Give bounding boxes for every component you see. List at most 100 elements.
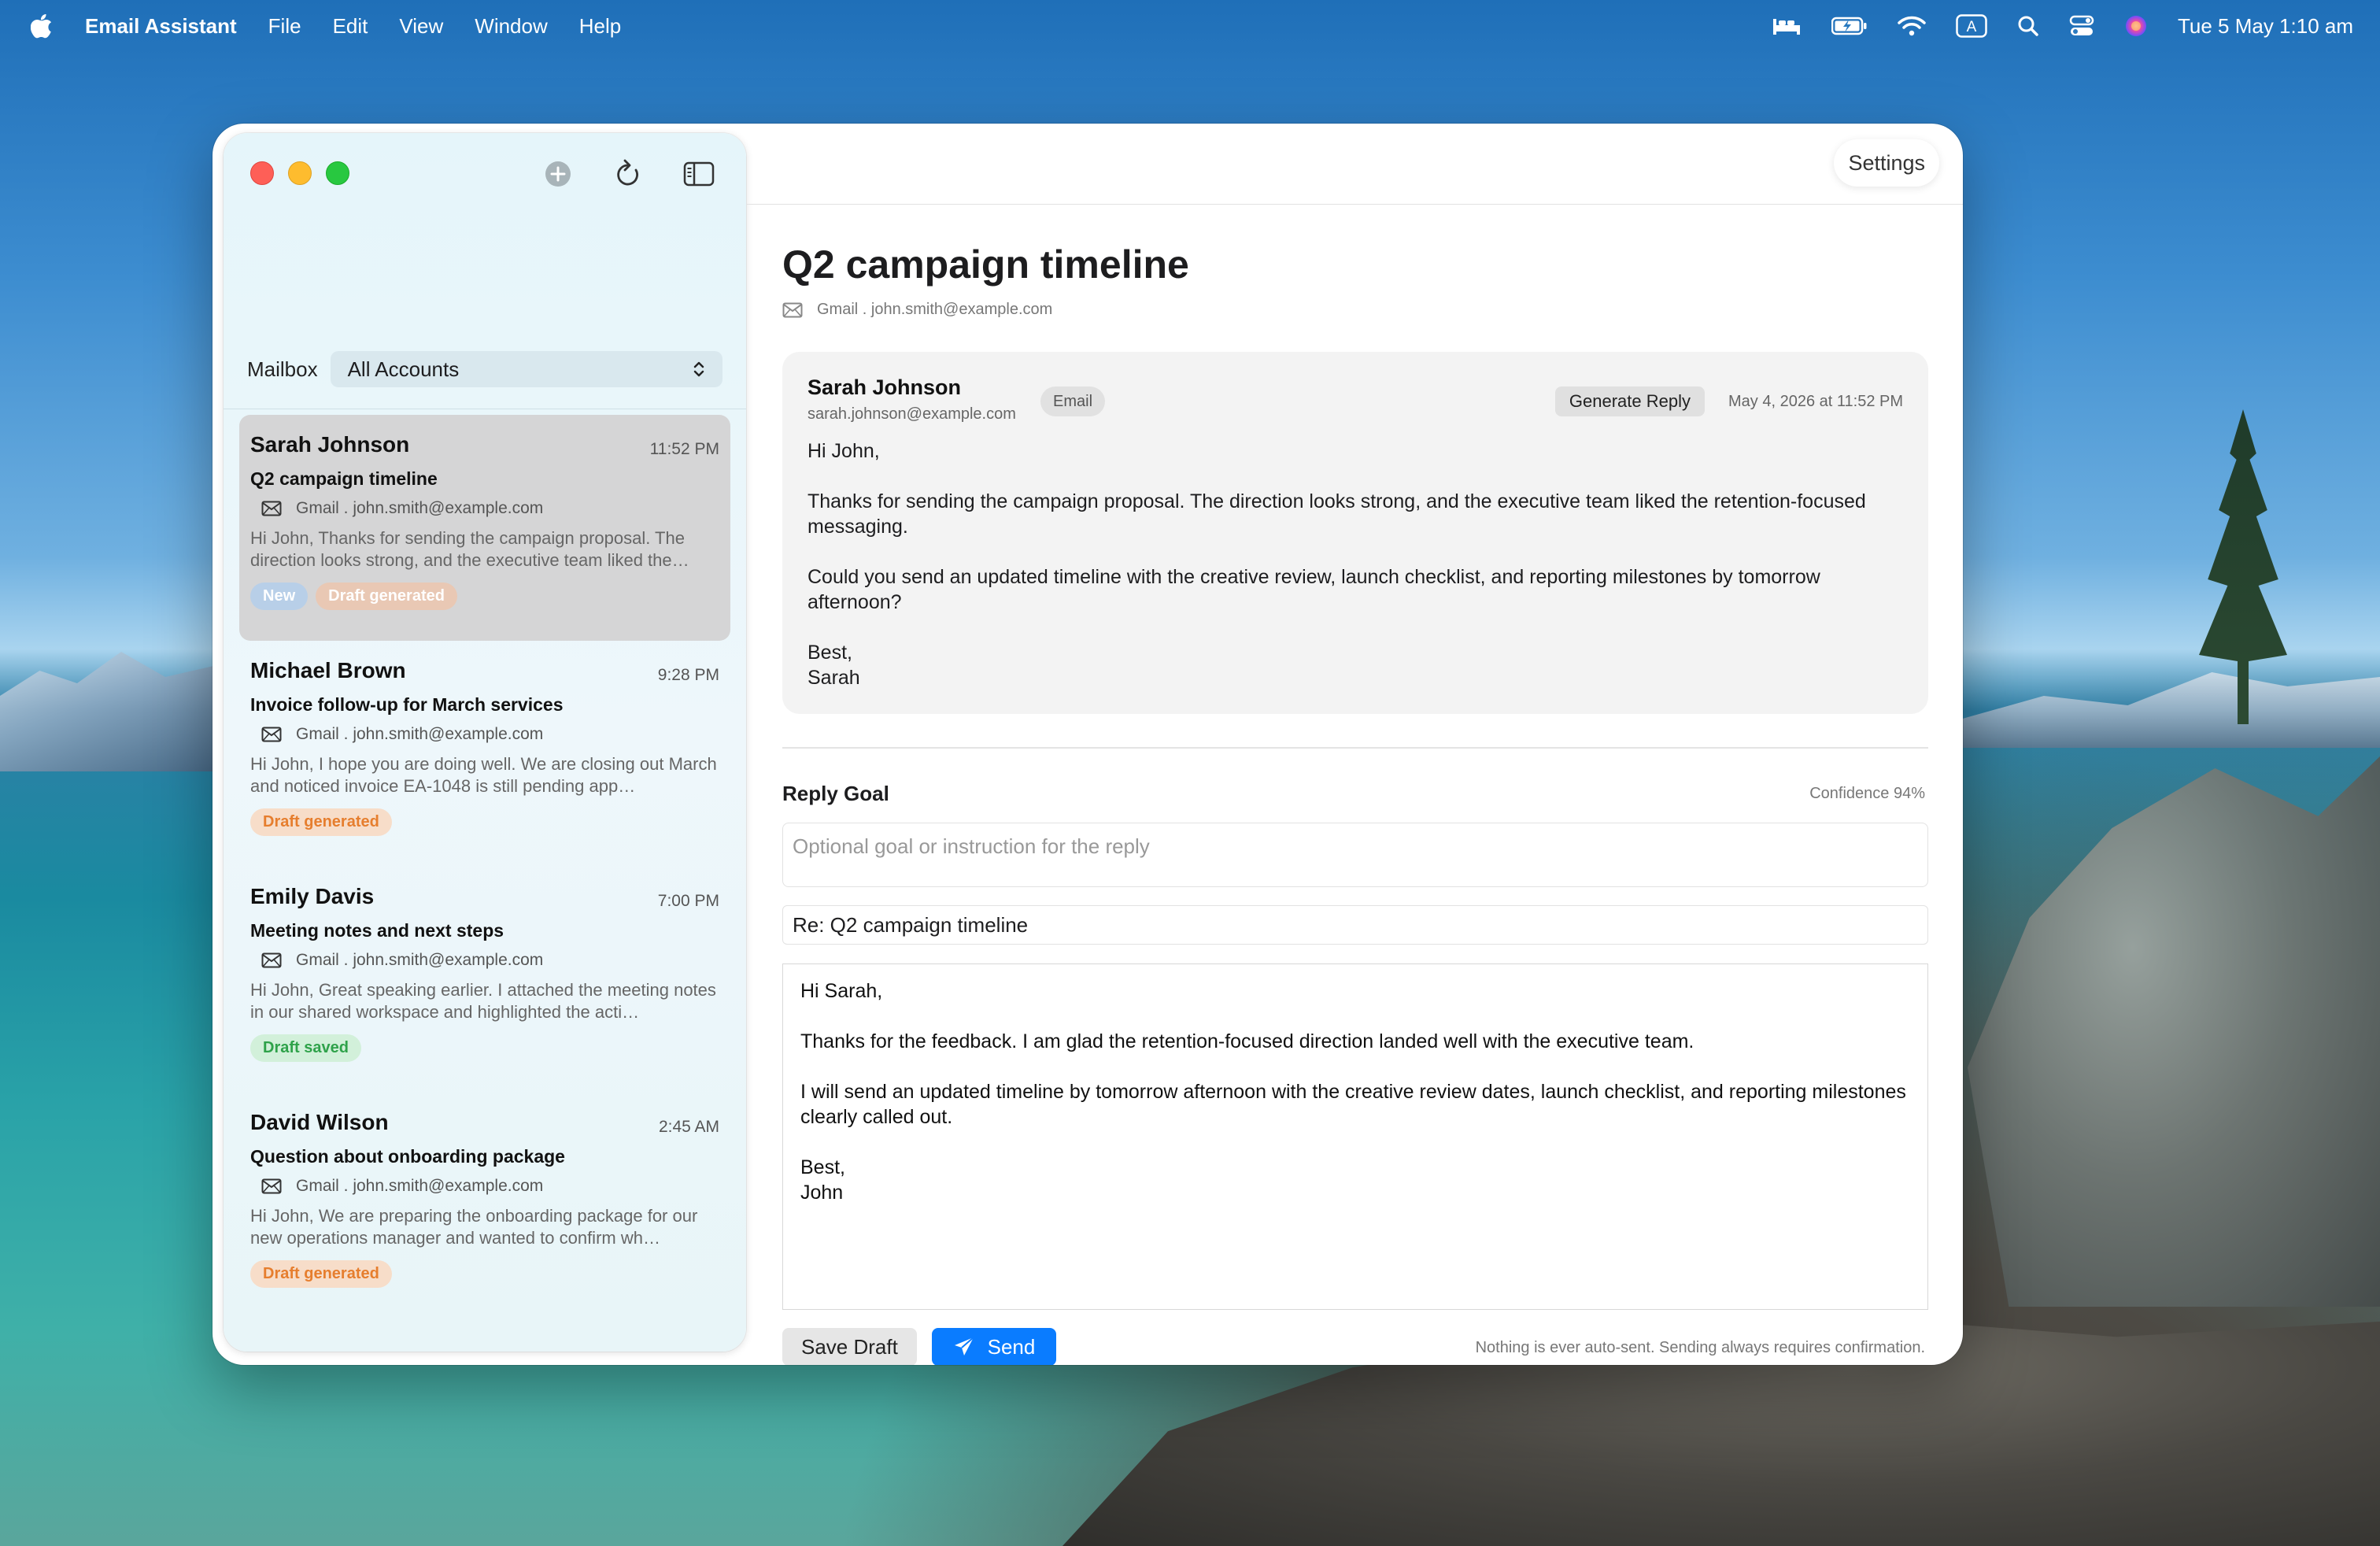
mailbox-select-value: All Accounts	[347, 357, 460, 381]
email-body: Hi John, Thanks for sending the campaign…	[808, 438, 1900, 716]
send-button[interactable]: Send	[932, 1328, 1056, 1365]
envelope-icon	[261, 501, 282, 516]
minimize-window-button[interactable]	[288, 161, 312, 185]
message-preview: Hi John, We are preparing the onboarding…	[250, 1206, 698, 1248]
email-type-chip: Email	[1040, 386, 1106, 416]
new-badge: New	[250, 583, 309, 610]
menu-edit[interactable]: Edit	[333, 14, 368, 39]
message-account: Gmail . john.smith@example.com	[250, 1177, 719, 1196]
window-controls	[250, 161, 349, 185]
control-center-icon[interactable]	[2069, 15, 2094, 37]
message-badges: New Draft generated	[250, 583, 719, 610]
draft-generated-badge: Draft generated	[250, 808, 392, 836]
close-window-button[interactable]	[250, 161, 274, 185]
app-window: Mailbox All Accounts Sarah Johnson 11:52…	[213, 124, 1963, 1365]
zoom-window-button[interactable]	[326, 161, 349, 185]
menu-view[interactable]: View	[399, 14, 443, 39]
envelope-icon	[261, 727, 282, 742]
message-preview: Hi John, I hope you are doing well. We a…	[250, 754, 717, 796]
message-account: Gmail . john.smith@example.com	[250, 499, 719, 518]
message-account: Gmail . john.smith@example.com	[250, 725, 719, 744]
message-sender: Emily Davis	[250, 884, 375, 908]
mailbox-select[interactable]: All Accounts	[330, 351, 722, 387]
message-item[interactable]: Michael Brown 9:28 PM Invoice follow-up …	[239, 641, 730, 867]
message-badges: Draft saved	[250, 1034, 719, 1062]
message-time: 2:45 AM	[658, 1118, 719, 1136]
wifi-icon[interactable]	[1898, 16, 1926, 36]
menu-file[interactable]: File	[268, 14, 301, 39]
message-item[interactable]: Emily Davis 7:00 PM Meeting notes and ne…	[239, 867, 730, 1093]
battery-charging-icon[interactable]	[1831, 17, 1868, 35]
email-sender-address: sarah.johnson@example.com	[808, 405, 1016, 423]
draft-saved-badge: Draft saved	[250, 1034, 361, 1062]
message-badges: Draft generated	[250, 808, 719, 836]
message-preview: Hi John, Thanks for sending the campaign…	[250, 528, 689, 570]
email-body-paragraph: Hi John,	[808, 440, 880, 462]
reply-footer: Save Draft Send Nothing is ever auto-sen…	[782, 1328, 1925, 1365]
paper-plane-icon	[954, 1337, 974, 1356]
generate-reply-button[interactable]: Generate Reply	[1554, 386, 1705, 416]
sidebar: Mailbox All Accounts Sarah Johnson 11:52…	[224, 133, 746, 1352]
message-time: 7:00 PM	[657, 892, 719, 910]
section-divider	[782, 747, 1928, 749]
menu-window[interactable]: Window	[475, 14, 547, 39]
sidebar-toggle-icon	[683, 161, 715, 187]
message-account: Gmail . john.smith@example.com	[250, 951, 719, 970]
reply-body-editor[interactable]: Hi Sarah, Thanks for the feedback. I am …	[782, 963, 1928, 1310]
apple-logo-icon[interactable]	[30, 13, 54, 39]
refresh-button[interactable]	[612, 158, 644, 190]
reply-goal-input[interactable]: Optional goal or instruction for the rep…	[782, 823, 1928, 887]
toggle-sidebar-button[interactable]	[683, 158, 715, 190]
message-account-text: Gmail . john.smith@example.com	[296, 499, 544, 517]
reply-body-paragraph: I will send an updated timeline by tomor…	[800, 1081, 1906, 1128]
email-title: Q2 campaign timeline	[782, 242, 1189, 287]
envelope-icon	[782, 302, 803, 317]
message-badges: Draft generated	[250, 1260, 719, 1288]
reply-subject-field[interactable]: Re: Q2 campaign timeline	[782, 905, 1928, 945]
mailbox-label: Mailbox	[247, 357, 318, 381]
message-time: 11:52 PM	[649, 440, 719, 458]
email-account: Gmail . john.smith@example.com	[782, 301, 1052, 319]
chevron-up-down-icon	[693, 361, 704, 377]
compose-button[interactable]	[542, 158, 574, 190]
detail-toolbar: Settings	[746, 124, 1963, 205]
send-footnote: Nothing is ever auto-sent. Sending alway…	[1475, 1339, 1925, 1356]
envelope-icon	[261, 952, 282, 968]
email-body-paragraph: Thanks for sending the campaign proposal…	[808, 490, 1866, 538]
send-button-label: Send	[987, 1334, 1036, 1359]
envelope-icon	[261, 1178, 282, 1194]
spotlight-icon[interactable]	[2017, 15, 2039, 37]
draft-generated-badge: Draft generated	[250, 1260, 392, 1288]
siri-icon[interactable]	[2124, 14, 2148, 38]
message-sender: Michael Brown	[250, 658, 406, 682]
input-source-label: A	[1967, 19, 1977, 35]
app-name-menu[interactable]: Email Assistant	[85, 14, 237, 39]
message-subject: Question about onboarding package	[250, 1146, 565, 1167]
email-sender-name: Sarah Johnson	[808, 375, 962, 399]
desktop-mountains-left	[0, 652, 220, 771]
save-draft-button[interactable]: Save Draft	[782, 1328, 917, 1365]
desktop-rocks-right	[1968, 756, 2380, 1307]
menu-help[interactable]: Help	[579, 14, 621, 39]
reply-body-paragraph: Thanks for the feedback. I am glad the r…	[800, 1030, 1694, 1052]
desktop-mountains-right	[1960, 672, 2380, 748]
message-item-selected[interactable]: Sarah Johnson 11:52 PM Q2 campaign timel…	[239, 415, 730, 641]
input-source-icon[interactable]: A	[1956, 14, 1987, 38]
draft-generated-badge: Draft generated	[316, 583, 457, 610]
menu-bar: Email Assistant File Edit View Window He…	[0, 0, 2380, 52]
menu-clock[interactable]: Tue 5 May 1:10 am	[2178, 14, 2353, 39]
refresh-icon	[617, 159, 638, 186]
message-preview: Hi John, Great speaking earlier. I attac…	[250, 980, 716, 1022]
message-subject: Q2 campaign timeline	[250, 468, 438, 489]
email-account-text: Gmail . john.smith@example.com	[817, 301, 1053, 318]
message-subject: Invoice follow-up for March services	[250, 694, 564, 715]
message-account-text: Gmail . john.smith@example.com	[296, 1177, 544, 1195]
message-sender: Sarah Johnson	[250, 432, 410, 457]
confidence-label: Confidence 94%	[1809, 785, 1925, 802]
settings-button[interactable]: Settings	[1834, 139, 1939, 187]
bed-icon[interactable]	[1772, 16, 1802, 36]
message-list: Sarah Johnson 11:52 PM Q2 campaign timel…	[239, 415, 730, 1319]
message-item[interactable]: David Wilson 2:45 AM Question about onbo…	[239, 1093, 730, 1319]
message-sender: David Wilson	[250, 1110, 389, 1134]
message-subject: Meeting notes and next steps	[250, 920, 504, 941]
